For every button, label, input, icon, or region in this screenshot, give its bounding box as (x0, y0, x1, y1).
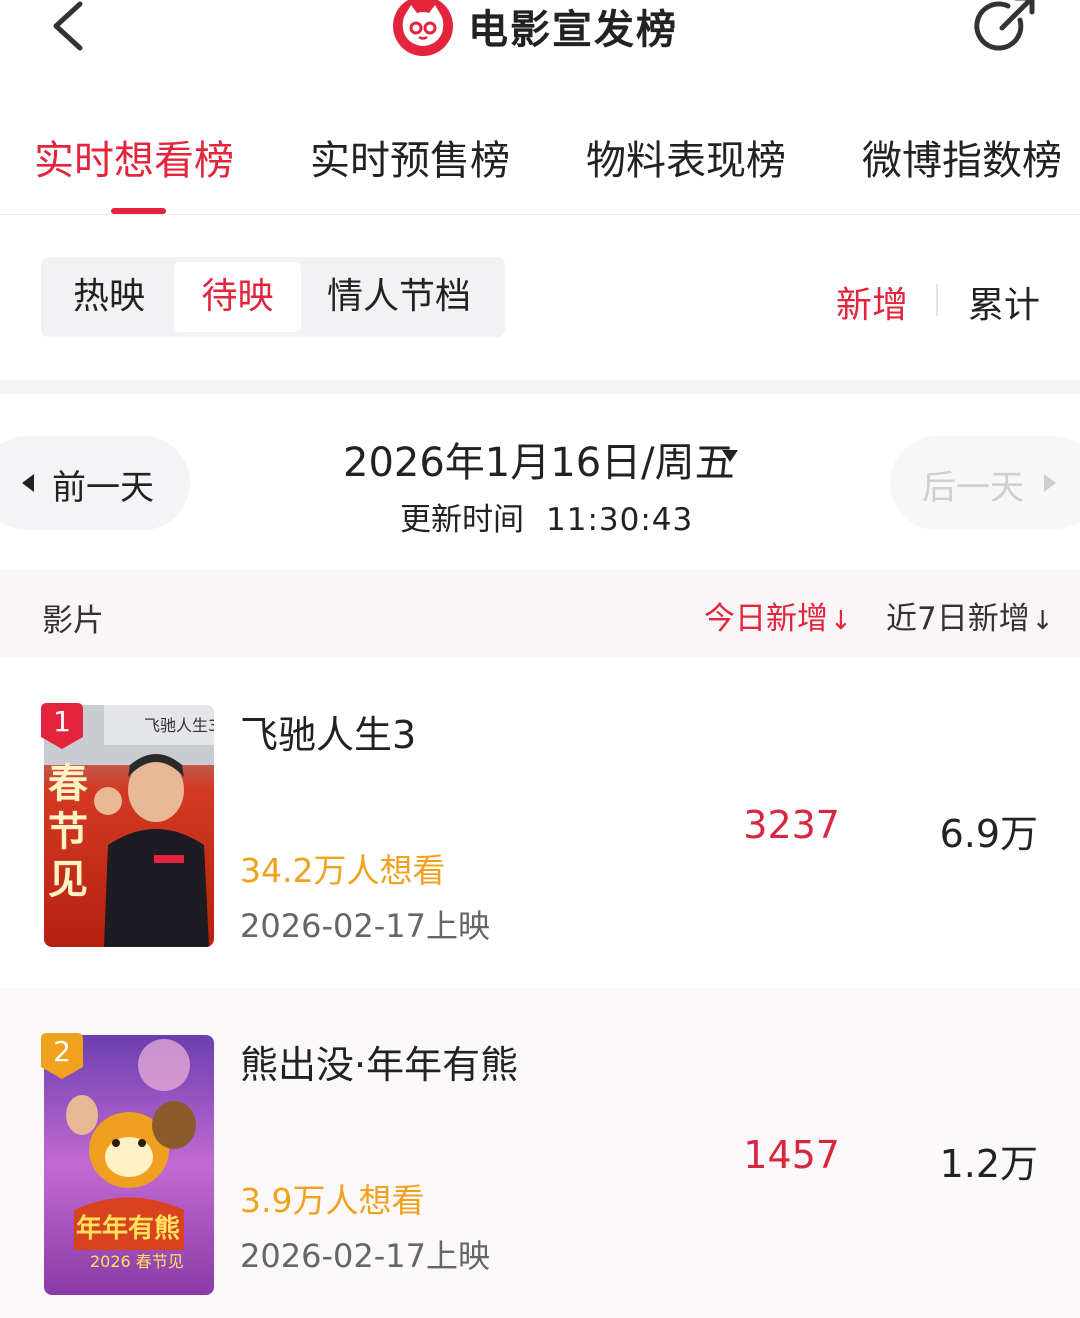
next-day-button: 后一天 (890, 436, 1080, 530)
column-week-label: 近7日新增 (886, 601, 1030, 637)
rank-badge: 2 (41, 1033, 83, 1079)
week-new-value: 1.2万 (939, 1142, 1038, 1186)
caret-right-icon (1044, 474, 1056, 492)
sort-desc-icon: ↓ (830, 606, 852, 636)
back-button[interactable] (40, 0, 100, 60)
list-column-header: 影片 今日新增↓ 近7日新增↓ (0, 570, 1080, 658)
date-selector[interactable]: 2026年1月16日/周五 (343, 430, 735, 488)
segment-valentines[interactable]: 情人节档 (309, 257, 489, 337)
active-tab-indicator (111, 208, 166, 214)
toggle-divider (936, 284, 938, 316)
column-film: 影片 (42, 603, 104, 639)
segment-upcoming[interactable]: 待映 (174, 262, 301, 332)
column-week-new[interactable]: 近7日新增↓ (886, 593, 1054, 638)
svg-text:年年有熊: 年年有熊 (76, 1213, 180, 1244)
release-date: 2026-02-17上映 (240, 907, 490, 945)
prev-day-button[interactable]: 前一天 (0, 436, 190, 530)
maoyan-cat-logo-icon (393, 0, 453, 56)
tab-weibo-index[interactable]: 微博指数榜 (862, 128, 1062, 186)
want-to-see-count: 3.9万人想看 (240, 1181, 425, 1220)
movie-title[interactable]: 飞驰人生3 (240, 704, 416, 759)
sort-desc-icon: ↓ (1031, 606, 1054, 636)
svg-text:见: 见 (48, 857, 88, 903)
top-bar: 电影宣发榜 (0, 0, 1080, 90)
chevron-left-icon (53, 1, 83, 51)
column-today-label: 今日新增 (704, 601, 828, 637)
section-divider (0, 380, 1080, 394)
movie-title[interactable]: 熊出没·年年有熊 (240, 1034, 518, 1089)
list-item[interactable]: 年年有熊 2026 春节见 2 熊出没·年年有熊 3.9万人想看 2026-02… (0, 988, 1080, 1318)
prev-day-label: 前一天 (52, 468, 154, 508)
next-day-label: 后一天 (922, 468, 1024, 508)
column-today-new[interactable]: 今日新增↓ (704, 593, 852, 638)
today-new-value: 1457 (743, 1133, 840, 1177)
page-title: 电影宣发榜 (468, 7, 678, 53)
brand: 电影宣发榜 (392, 0, 678, 56)
share-icon (974, 0, 1035, 51)
rank-number: 2 (53, 1035, 71, 1068)
tab-realtime-presale[interactable]: 实时预售榜 (310, 128, 510, 186)
ranking-tabs: 实时想看榜 实时预售榜 物料表现榜 微博指数榜 (0, 118, 1080, 215)
svg-text:飞驰人生3: 飞驰人生3 (144, 716, 214, 735)
tab-material-performance[interactable]: 物料表现榜 (586, 128, 786, 186)
rank-number: 1 (53, 705, 71, 738)
rank-badge: 1 (41, 703, 83, 749)
caret-down-icon[interactable] (722, 450, 738, 462)
update-time: 更新时间 11:30:43 (400, 494, 693, 539)
tab-realtime-want[interactable]: 实时想看榜 (34, 128, 234, 186)
want-to-see-count: 34.2万人想看 (240, 851, 446, 890)
caret-left-icon (22, 474, 34, 492)
toggle-new[interactable]: 新增 (836, 276, 908, 328)
today-new-value: 3237 (743, 803, 840, 847)
svg-text:春: 春 (48, 761, 88, 807)
svg-text:节: 节 (48, 809, 88, 855)
release-status-segment: 热映 待映 情人节档 (41, 257, 505, 337)
release-date: 2026-02-17上映 (240, 1237, 490, 1275)
update-time-value: 11:30:43 (546, 502, 694, 538)
week-new-value: 6.9万 (939, 812, 1038, 856)
list-item[interactable]: 春 节 见 飞驰人生3 1 飞驰人生3 34.2万人想看 2026-02-17上… (0, 658, 1080, 988)
share-button[interactable] (972, 0, 1042, 58)
toggle-cumulative[interactable]: 累计 (968, 276, 1040, 328)
update-time-label: 更新时间 (400, 502, 524, 538)
segment-now-showing[interactable]: 热映 (41, 257, 177, 337)
